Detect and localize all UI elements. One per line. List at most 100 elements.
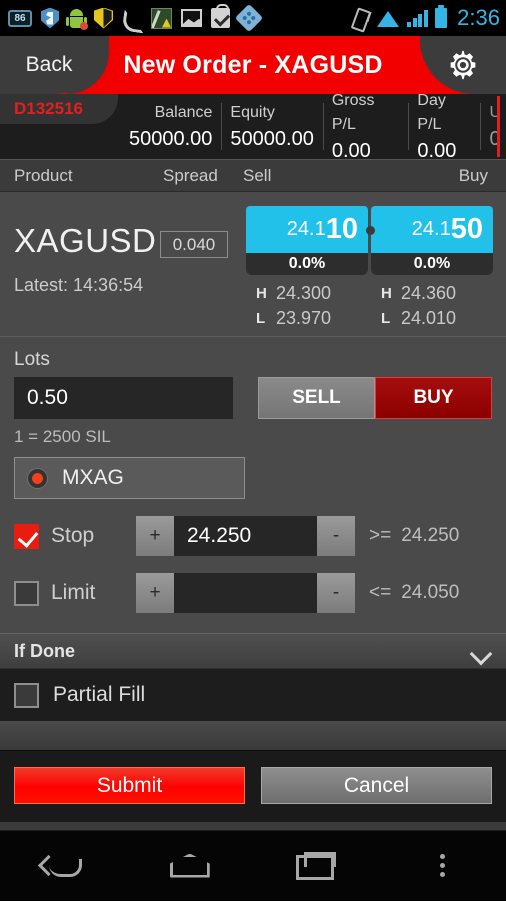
cancel-button[interactable]: Cancel: [261, 767, 492, 804]
badge-86-icon: 86: [8, 10, 32, 27]
account-metric-gross-pl: Gross P/L 0.00: [323, 94, 409, 159]
low-label: L: [256, 306, 266, 331]
android-nav-bar: [0, 830, 506, 900]
limit-price-input[interactable]: [174, 573, 317, 613]
metric-label: Gross P/L: [332, 89, 400, 137]
buy-price-small: 24.1: [412, 218, 451, 241]
metric-label: Balance: [155, 101, 213, 125]
lots-input[interactable]: 0.50: [14, 377, 233, 419]
partial-fill-checkbox[interactable]: [14, 683, 39, 708]
phone-screen: 86 2:36 New Order - XAGUSD Back: [0, 0, 506, 900]
stop-condition: >=24.250: [369, 525, 459, 547]
stop-price-input[interactable]: 24.250: [174, 516, 317, 556]
buy-button[interactable]: BUY: [375, 377, 492, 419]
stop-label: Stop: [51, 524, 136, 548]
buy-high-low: H24.360 L24.010: [371, 281, 493, 331]
buy-low: 24.010: [401, 306, 456, 331]
status-icons-left: 86: [8, 8, 342, 29]
high-label: H: [381, 281, 391, 306]
instrument-label: MXAG: [62, 466, 124, 490]
partial-fill-row[interactable]: Partial Fill: [0, 669, 506, 721]
instrument-option-mxag[interactable]: MXAG: [14, 457, 245, 499]
if-done-section-header[interactable]: If Done: [0, 633, 506, 669]
buy-price: 24.150: [371, 206, 493, 253]
metric-value: 50000.00: [129, 125, 212, 153]
android-icon: [68, 9, 85, 28]
action-buttons: Submit Cancel: [0, 751, 506, 822]
sell-high: 24.300: [276, 281, 331, 306]
picture-icon: [181, 9, 202, 27]
back-icon: [41, 853, 85, 879]
phone-icon: [122, 8, 142, 28]
section-divider: [0, 721, 506, 751]
nav-home-button[interactable]: [127, 831, 254, 901]
account-metric-balance: Balance 50000.00: [120, 94, 221, 159]
buy-price-tile[interactable]: 24.150 0.0% H24.360 L24.010: [371, 206, 493, 331]
tile-separator-dot: [366, 226, 375, 235]
diamond-icon: [235, 4, 263, 32]
column-header-sell: Sell: [243, 166, 271, 186]
submit-button[interactable]: Submit: [14, 767, 245, 804]
sell-price-tile[interactable]: 24.110 0.0% H 24.300 L 23.970: [246, 206, 368, 331]
sell-price-small: 24.1: [287, 218, 326, 241]
if-done-label: If Done: [14, 641, 75, 662]
lots-label: Lots: [0, 337, 506, 377]
column-header-product: Product: [14, 166, 73, 186]
limit-stepper: + -: [136, 573, 355, 613]
buy-percent: 0.0%: [371, 253, 493, 275]
nav-recents-button[interactable]: [253, 831, 380, 901]
limit-operator: <=: [369, 582, 391, 603]
stop-threshold: 24.250: [401, 525, 459, 546]
quote-latest-time: Latest: 14:36:54: [14, 275, 143, 296]
account-bar: Balance 50000.00 Equity 50000.00 Gross P…: [0, 94, 506, 159]
stop-row: Stop + 24.250 - >=24.250: [0, 516, 506, 556]
overflow-menu-icon: [440, 854, 445, 877]
column-header-buy: Buy: [459, 166, 488, 186]
partial-fill-label: Partial Fill: [53, 683, 145, 707]
sell-low: 23.970: [276, 306, 331, 331]
high-label: H: [256, 281, 266, 306]
limit-threshold: 24.050: [401, 582, 459, 603]
status-icons-right: 2:36: [351, 5, 500, 31]
title-bar: New Order - XAGUSD Back: [0, 36, 506, 94]
limit-decrement-button[interactable]: -: [317, 573, 355, 613]
metric-value: 50000.00: [230, 125, 313, 153]
shield-blue-icon: [41, 8, 59, 29]
shield-yellow-icon: [94, 8, 113, 29]
status-clock: 2:36: [457, 5, 500, 31]
buy-high: 24.360: [401, 281, 456, 306]
stop-checkbox[interactable]: [14, 524, 39, 549]
back-button[interactable]: Back: [0, 36, 108, 94]
sell-price: 24.110: [246, 206, 368, 253]
account-scroll-indicator[interactable]: [497, 96, 500, 157]
home-icon: [170, 854, 210, 878]
account-id-tab[interactable]: D132516: [0, 94, 118, 124]
signal-icon: [407, 9, 428, 27]
gear-icon: [445, 47, 481, 83]
limit-condition: <= 24.050: [369, 582, 459, 604]
nav-menu-button[interactable]: [380, 831, 506, 901]
sell-percent: 0.0%: [246, 253, 368, 275]
recents-icon: [296, 852, 336, 880]
stop-decrement-button[interactable]: -: [317, 516, 355, 556]
limit-checkbox[interactable]: [14, 581, 39, 606]
battery-icon: [435, 8, 447, 28]
buy-price-big: 50: [451, 213, 483, 246]
price-tiles: 24.110 0.0% H24.300 L23.970 24.150 0.0% …: [246, 206, 493, 331]
account-id-label: D132516: [14, 99, 83, 119]
sell-button[interactable]: SELL: [258, 377, 375, 419]
back-button-label: Back: [26, 53, 73, 77]
metric-label: Day P/L: [417, 89, 471, 137]
limit-increment-button[interactable]: +: [136, 573, 174, 613]
stop-increment-button[interactable]: +: [136, 516, 174, 556]
nav-back-button[interactable]: [0, 831, 127, 901]
column-header-spread: Spread: [163, 166, 218, 186]
lots-unit-label: 1 = 2500 SIL: [0, 419, 506, 457]
account-metrics[interactable]: Balance 50000.00 Equity 50000.00 Gross P…: [120, 94, 498, 159]
stop-stepper: + 24.250 -: [136, 516, 355, 556]
bag-check-icon: [211, 8, 230, 28]
limit-label: Limit: [51, 581, 136, 605]
order-form: Lots 0.50 SELL BUY 1 = 2500 SIL MXAG Sto…: [0, 337, 506, 822]
sell-price-big: 10: [326, 213, 358, 246]
radio-icon: [27, 468, 48, 489]
